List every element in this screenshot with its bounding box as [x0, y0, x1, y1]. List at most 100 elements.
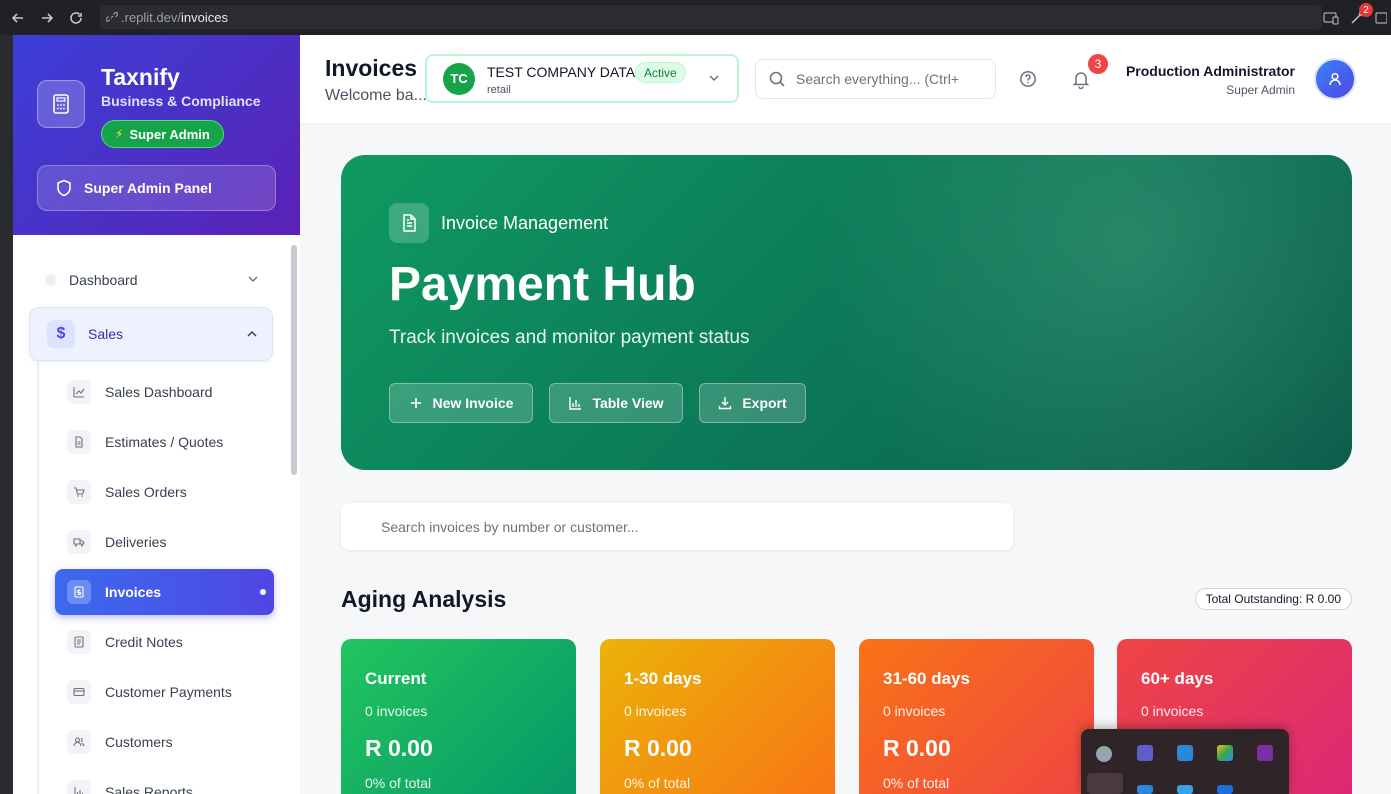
help-icon[interactable]: [1019, 70, 1037, 88]
file-text-icon: [389, 203, 429, 243]
url-path: invoices: [180, 9, 228, 25]
sidebar-item-sales[interactable]: $ Sales: [29, 307, 273, 361]
status-badge: Active: [635, 62, 686, 83]
aging-card-percent: 0% of total: [624, 775, 691, 791]
user-avatar[interactable]: [1314, 58, 1356, 100]
chevron-up-icon: [247, 330, 257, 337]
app-window-icon[interactable]: [1177, 745, 1193, 761]
company-name: TEST COMPANY DATA: [487, 64, 636, 80]
cast-icon[interactable]: [1323, 10, 1339, 26]
global-search-input[interactable]: Search everything... (Ctrl+: [755, 59, 996, 99]
table-view-label: Table View: [592, 395, 664, 411]
sidebar-subitem-invoices[interactable]: Invoices: [55, 569, 274, 615]
tray-app-icon[interactable]: [1137, 785, 1153, 794]
dollar-icon: $: [47, 320, 75, 348]
aging-card-title: Current: [365, 669, 427, 688]
aging-card-count: 0 invoices: [1141, 703, 1204, 719]
sidebar-subitem-sales-reports[interactable]: Sales Reports: [55, 769, 274, 794]
chevron-down-icon: [248, 276, 258, 283]
sidebar-subitem-sales-dashboard[interactable]: Sales Dashboard: [55, 369, 274, 415]
truck-icon: [67, 530, 91, 554]
global-search-placeholder: Search everything... (Ctrl+: [796, 71, 960, 87]
sidebar-subitem-customer-payments[interactable]: Customer Payments: [55, 669, 274, 715]
sidebar-subitem-label: Estimates / Quotes: [105, 434, 224, 450]
aging-card-1-30[interactable]: 1-30 days 0 invoices R 0.00 0% of total: [600, 639, 835, 794]
onenote-icon[interactable]: [1257, 745, 1273, 761]
aging-card-count: 0 invoices: [883, 703, 946, 719]
submenu-guide-line: [37, 363, 39, 794]
teams-icon[interactable]: [1137, 745, 1153, 761]
user-role: Super Admin: [1226, 83, 1295, 97]
pen-app-icon[interactable]: [1087, 773, 1123, 794]
window-icon[interactable]: [1375, 10, 1387, 26]
aging-card-percent: 0% of total: [365, 775, 432, 791]
reload-icon[interactable]: [65, 7, 87, 29]
bluetooth-icon[interactable]: [1217, 785, 1233, 794]
super-admin-panel-label: Super Admin Panel: [84, 180, 212, 196]
aging-card-current[interactable]: Current 0 invoices R 0.00 0% of total: [341, 639, 576, 794]
onedrive-icon[interactable]: [1096, 746, 1112, 762]
browser-actions: [1323, 0, 1391, 35]
sidebar-subitem-customers[interactable]: Customers: [55, 719, 274, 765]
link-icon: [106, 11, 118, 22]
new-invoice-button[interactable]: New Invoice: [389, 383, 533, 423]
back-icon[interactable]: [7, 7, 29, 29]
shield-icon: [57, 179, 71, 197]
active-indicator: [260, 589, 266, 595]
sidebar-subitem-estimates[interactable]: Estimates / Quotes: [55, 419, 274, 465]
bolt-icon: ⚡: [115, 127, 124, 141]
aging-analysis-title: Aging Analysis: [341, 586, 507, 612]
sidebar-subitem-label: Customers: [105, 734, 173, 750]
sidebar-subitem-deliveries[interactable]: Deliveries: [55, 519, 274, 565]
company-selector[interactable]: TC TEST COMPANY DATA retail Active: [425, 54, 739, 103]
sidebar-subitem-credit-notes[interactable]: Credit Notes: [55, 619, 274, 665]
sidebar-scrollbar[interactable]: [291, 245, 297, 475]
chevron-down-icon: [709, 75, 719, 82]
extension-badge: 2: [1359, 3, 1373, 17]
aging-card-percent: 0% of total: [883, 775, 950, 791]
taskbar-overflow-flyout: [1081, 729, 1289, 794]
google-drive-icon[interactable]: [1217, 745, 1233, 761]
aging-card-title: 31-60 days: [883, 669, 970, 688]
calculator-icon: [37, 80, 85, 128]
sidebar: Taxnify Business & Compliance ⚡ Super Ad…: [13, 35, 300, 794]
hero-title: Payment Hub: [389, 258, 696, 311]
sidebar-subitem-sales-orders[interactable]: Sales Orders: [55, 469, 274, 515]
bar-chart-icon: [569, 397, 582, 410]
aging-card-title: 60+ days: [1141, 669, 1214, 688]
sidebar-header: Taxnify Business & Compliance ⚡ Super Ad…: [13, 35, 300, 235]
table-view-button[interactable]: Table View: [549, 383, 683, 423]
window-frame: [0, 35, 13, 794]
user-icon: [1329, 72, 1341, 86]
sidebar-subitem-label: Sales Reports: [105, 784, 193, 794]
brand-subtitle: Business & Compliance: [101, 93, 261, 109]
notification-count-badge: 3: [1088, 54, 1108, 74]
export-label: Export: [742, 395, 787, 411]
super-admin-panel-button[interactable]: Super Admin Panel: [37, 165, 276, 211]
bell-icon[interactable]: [1071, 69, 1091, 89]
bar-chart-icon: [67, 780, 91, 794]
export-button[interactable]: Export: [699, 383, 806, 423]
url-domain: .replit.dev/: [121, 9, 181, 25]
security-icon[interactable]: [1177, 785, 1193, 794]
sidebar-item-label: Sales: [88, 326, 124, 342]
main-content: Invoices Welcome ba... TC TEST COMPANY D…: [300, 35, 1391, 794]
cart-icon: [67, 480, 91, 504]
aging-card-31-60[interactable]: 31-60 days 0 invoices R 0.00 0% of total: [859, 639, 1094, 794]
forward-icon[interactable]: [36, 7, 58, 29]
users-icon: [67, 730, 91, 754]
invoice-search-input[interactable]: Search invoices by number or customer...: [341, 503, 1013, 550]
sidebar-subitem-label: Customer Payments: [105, 684, 232, 700]
hero-banner: Invoice Management Payment Hub Track inv…: [341, 155, 1352, 470]
sidebar-item-dashboard[interactable]: Dashboard: [29, 264, 273, 296]
top-header: Invoices Welcome ba... TC TEST COMPANY D…: [300, 35, 1391, 124]
address-bar[interactable]: .replit.dev/invoices: [100, 5, 1322, 29]
user-name: Production Administrator: [1125, 63, 1295, 79]
plus-icon: [410, 398, 421, 408]
aging-card-title: 1-30 days: [624, 669, 702, 688]
company-type: retail: [487, 84, 511, 96]
dashboard-icon: [45, 274, 57, 286]
new-invoice-label: New Invoice: [432, 395, 514, 411]
sidebar-subitem-label: Sales Dashboard: [105, 384, 213, 400]
aging-card-amount: R 0.00: [883, 735, 951, 761]
